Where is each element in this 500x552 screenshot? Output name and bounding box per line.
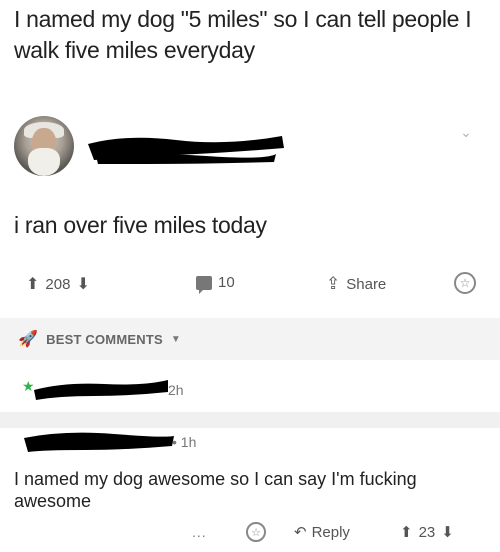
vote-control: ⬆ 208 ⬇	[26, 274, 90, 294]
comment-item: • 1h I named my dog awesome so I can say…	[0, 428, 500, 552]
divider	[0, 412, 500, 428]
comment-actions: ... ☆ ↶ Reply ⬆ 23 ⬇	[0, 520, 500, 550]
meme-caption: I named my dog "5 miles" so I can tell p…	[14, 6, 472, 63]
caret-down-icon: ▼	[170, 333, 181, 345]
award-icon[interactable]: ☆	[246, 522, 266, 542]
share-label: Share	[346, 275, 387, 293]
post-action-bar: ⬆ 208 ⬇ 10 ⇪ Share ☆	[0, 268, 500, 302]
avatar-beard	[28, 148, 60, 176]
comment-vote-control: ⬆ 23 ⬇	[400, 523, 454, 542]
upvote-icon[interactable]: ⬆	[400, 523, 413, 541]
rocket-icon: 🚀	[18, 331, 39, 348]
more-options-icon[interactable]: ...	[192, 524, 207, 540]
comment-time: 2h	[168, 382, 184, 398]
upvote-icon[interactable]: ⬆	[26, 274, 39, 294]
reply-label: Reply	[311, 523, 350, 541]
sort-label: BEST COMMENTS	[46, 331, 163, 347]
comment-body: I named my dog awesome so I can say I'm …	[14, 469, 417, 511]
sort-bar[interactable]: 🚀 BEST COMMENTS ▼	[0, 318, 500, 360]
comments-button[interactable]: 10	[196, 274, 235, 294]
comment-icon	[196, 275, 212, 294]
reply-button[interactable]: ↶ Reply	[294, 523, 350, 542]
redacted-username	[88, 136, 284, 164]
share-icon: ⇪	[326, 274, 341, 293]
reply-icon: ↶	[294, 524, 307, 541]
post-body: i ran over five miles today	[14, 212, 267, 238]
redacted-username	[34, 380, 168, 400]
comment-count: 10	[218, 274, 235, 291]
redacted-username	[24, 432, 174, 452]
comment-score: 23	[418, 523, 436, 541]
post-header: ⌄	[0, 100, 500, 185]
chevron-down-icon[interactable]: ⌄	[458, 124, 474, 140]
downvote-icon[interactable]: ⬇	[76, 274, 89, 294]
comment-time: • 1h	[172, 434, 197, 450]
downvote-icon[interactable]: ⬇	[441, 523, 454, 541]
upvote-count: 208	[45, 275, 71, 293]
comment-item: ★ 2h	[0, 362, 500, 410]
user-avatar[interactable]	[14, 116, 74, 176]
award-badge-icon: ★	[22, 378, 35, 394]
award-icon[interactable]: ☆	[454, 272, 476, 294]
share-button[interactable]: ⇪ Share	[326, 274, 386, 294]
